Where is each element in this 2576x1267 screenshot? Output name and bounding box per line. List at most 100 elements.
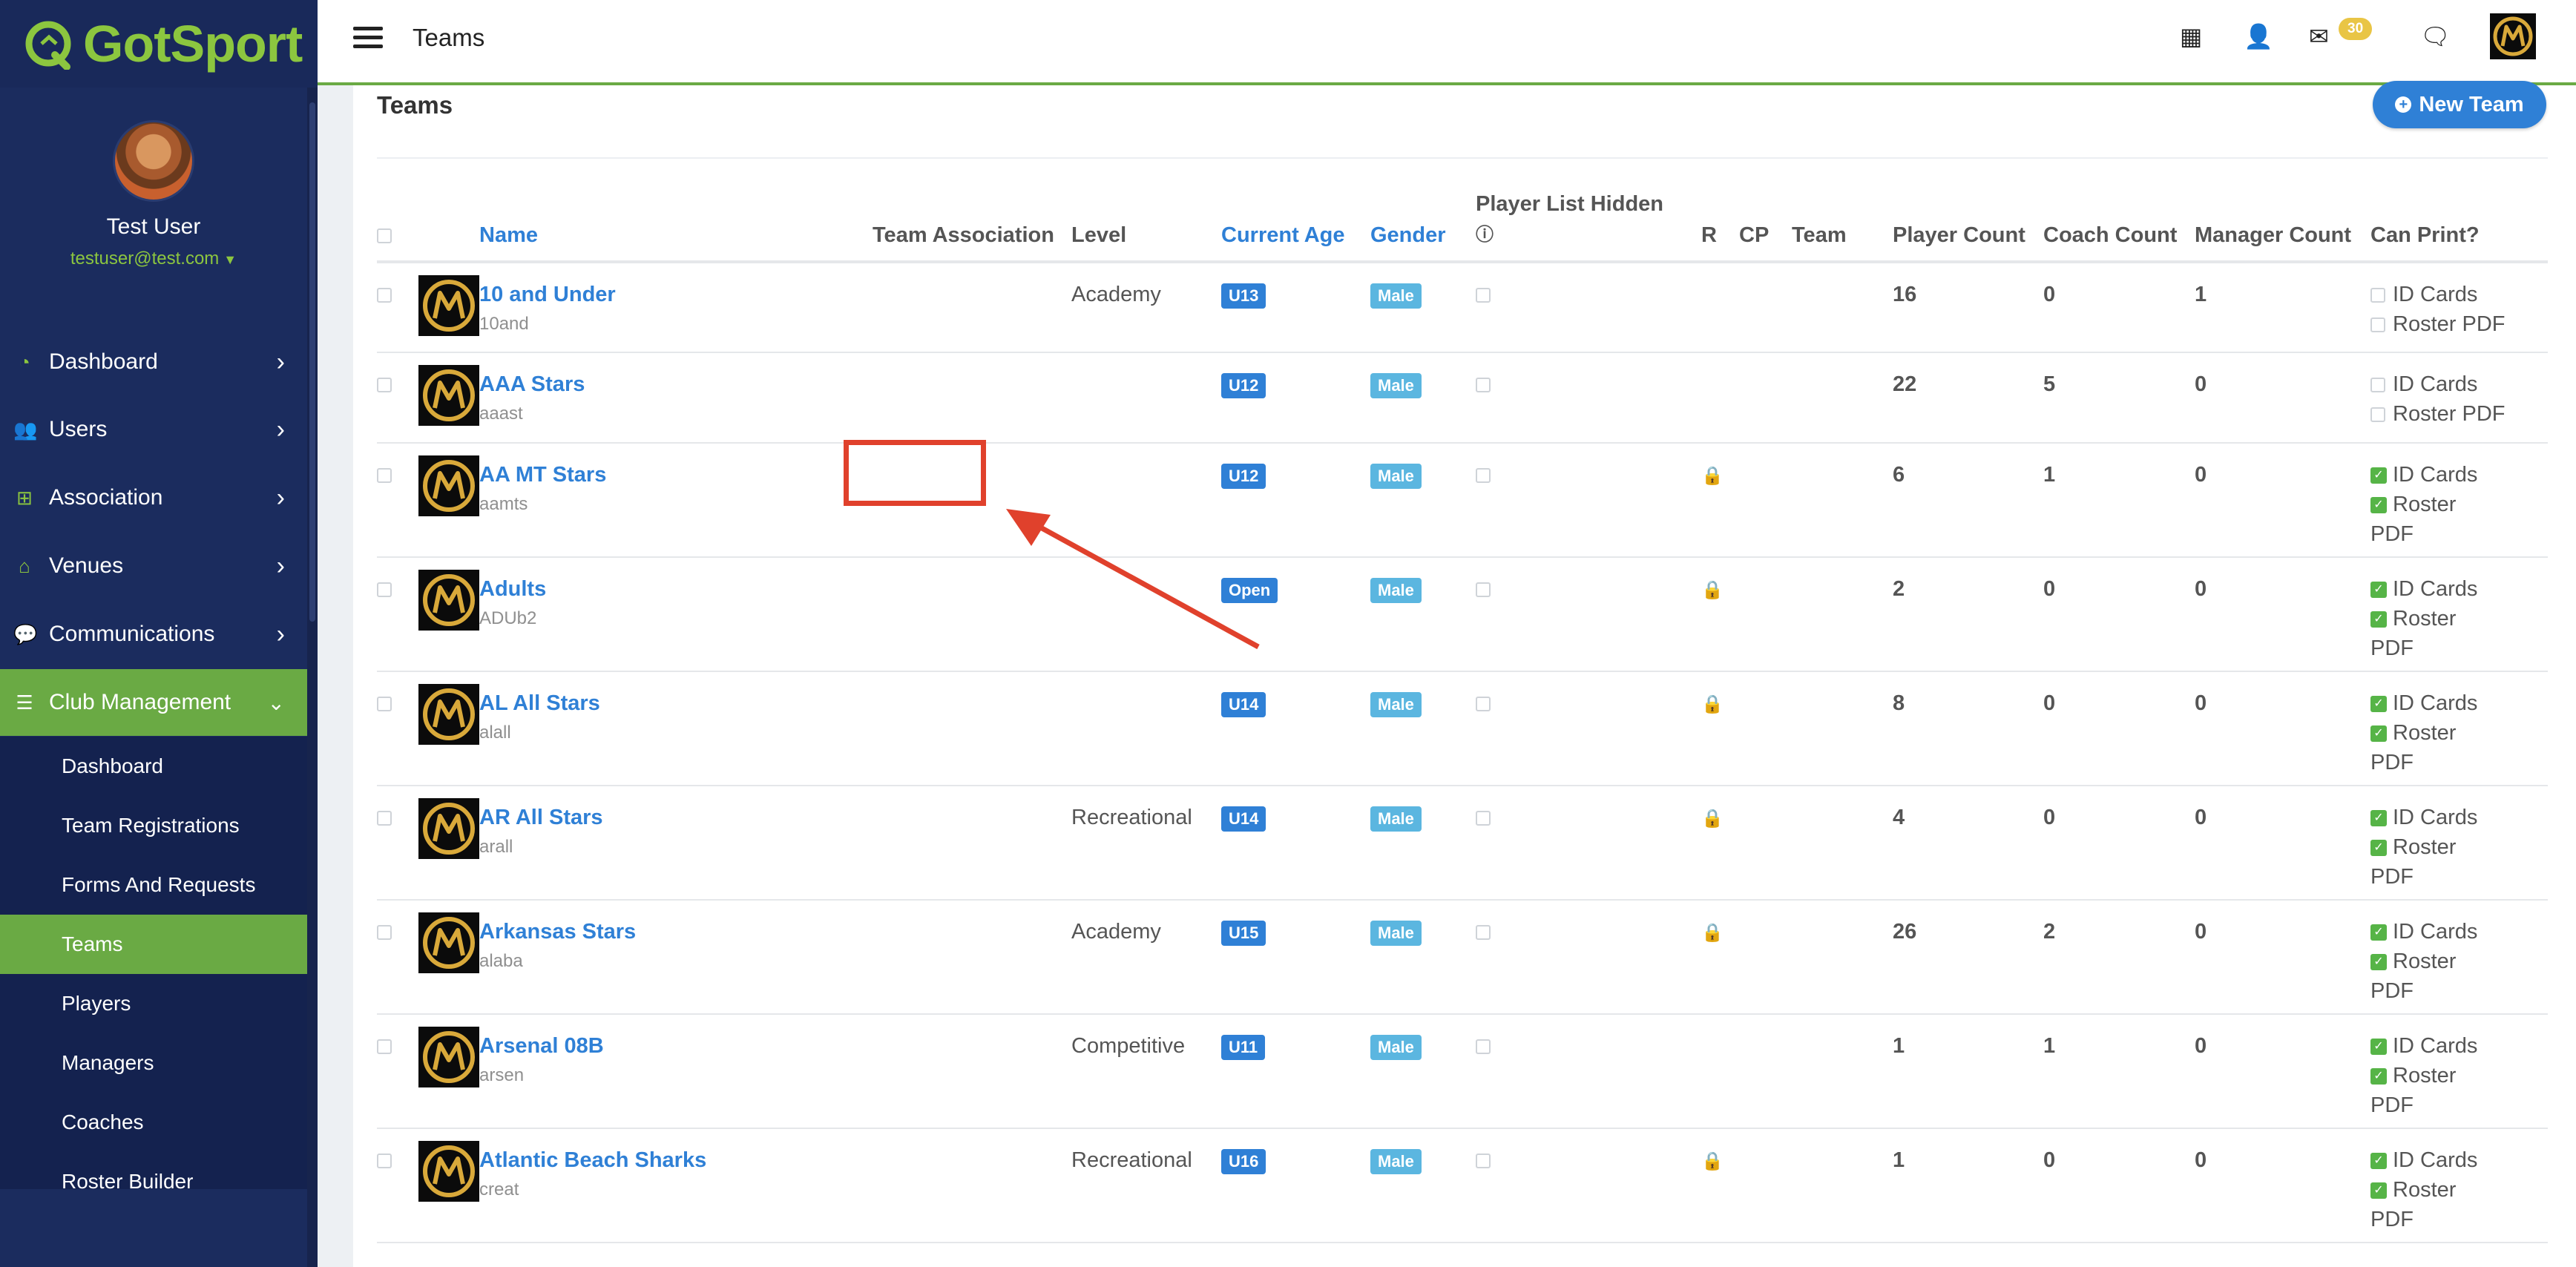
nav-item-users[interactable]: 👥 Users › bbox=[0, 396, 307, 463]
id-cards-permission[interactable]: ID Cards bbox=[2370, 280, 2548, 309]
sidebar-scrollbar[interactable] bbox=[307, 88, 318, 1267]
submenu-players[interactable]: Players bbox=[0, 974, 307, 1033]
roster-pdf-checkbox[interactable] bbox=[2370, 317, 2385, 333]
select-all-checkbox[interactable] bbox=[377, 228, 392, 244]
nav-item-venues[interactable]: ⌂ Venues › bbox=[0, 533, 307, 599]
nav-item-association[interactable]: ⊞ Association › bbox=[0, 464, 307, 531]
current-age-cell: U11 bbox=[1221, 1014, 1370, 1129]
check-square-icon: ✓ bbox=[2370, 1182, 2387, 1199]
id-cards-label: ID Cards bbox=[2393, 691, 2478, 715]
id-cards-permission[interactable]: ✓ ID Cards bbox=[2370, 803, 2548, 832]
gender-badge: Male bbox=[1370, 806, 1422, 832]
submenu-team-registrations[interactable]: Team Registrations bbox=[0, 796, 307, 855]
row-select-checkbox[interactable] bbox=[377, 468, 392, 484]
team-code: creat bbox=[479, 1179, 519, 1199]
id-cards-permission[interactable]: ✓ ID Cards bbox=[2370, 1031, 2548, 1061]
row-select-checkbox[interactable] bbox=[377, 1154, 392, 1169]
team-code: arsen bbox=[479, 1065, 525, 1085]
row-select-checkbox[interactable] bbox=[377, 378, 392, 393]
caret-down-icon[interactable]: ▼ bbox=[223, 252, 237, 267]
row-select-checkbox[interactable] bbox=[377, 925, 392, 941]
submenu-managers[interactable]: Managers bbox=[0, 1033, 307, 1093]
team-association-cell bbox=[873, 786, 1071, 901]
row-select-checkbox[interactable] bbox=[377, 582, 392, 598]
account-avatar[interactable] bbox=[2490, 13, 2536, 59]
gender-badge: Male bbox=[1370, 283, 1422, 309]
player-list-hidden-checkbox[interactable] bbox=[1476, 288, 1491, 303]
team-name-link[interactable]: AA MT Stars bbox=[479, 460, 873, 490]
roster-pdf-permission[interactable]: ✓ Roster bbox=[2370, 947, 2548, 976]
team-name-link[interactable]: Arsenal 08B bbox=[479, 1031, 873, 1061]
id-cards-permission[interactable]: ✓ ID Cards bbox=[2370, 1145, 2548, 1175]
roster-pdf-permission[interactable]: ✓ Roster bbox=[2370, 490, 2548, 519]
team-name-link[interactable]: Atlantic Beach Sharks bbox=[479, 1145, 873, 1175]
row-select-checkbox[interactable] bbox=[377, 288, 392, 303]
nav-item-communications[interactable]: 💬 Communications › bbox=[0, 601, 307, 668]
team-name-link[interactable]: AL All Stars bbox=[479, 688, 873, 718]
submenu-dashboard[interactable]: Dashboard bbox=[0, 737, 307, 796]
age-badge: U13 bbox=[1221, 283, 1266, 309]
id-cards-permission[interactable]: ✓ ID Cards bbox=[2370, 917, 2548, 947]
row-select-checkbox[interactable] bbox=[377, 697, 392, 712]
player-list-hidden-checkbox[interactable] bbox=[1476, 811, 1491, 826]
new-team-button[interactable]: + New Team bbox=[2373, 81, 2546, 128]
nav-label: Venues bbox=[49, 553, 124, 578]
team-name-link[interactable]: Adults bbox=[479, 574, 873, 604]
nav-item-club-management[interactable]: ☰ Club Management ⌄ bbox=[0, 669, 307, 736]
column-header-name[interactable]: Name bbox=[479, 189, 873, 263]
user-icon[interactable]: 👤 bbox=[2244, 22, 2273, 50]
nav-item-dashboard[interactable]: ◔ Dashboard › bbox=[0, 329, 307, 395]
roster-pdf-permission[interactable]: ✓ Roster bbox=[2370, 1061, 2548, 1090]
column-header-current-age[interactable]: Current Age bbox=[1221, 189, 1370, 263]
nav-label: Club Management bbox=[49, 690, 231, 714]
player-list-hidden-checkbox[interactable] bbox=[1476, 1039, 1491, 1055]
id-cards-permission[interactable]: ✓ ID Cards bbox=[2370, 460, 2548, 490]
team-cell bbox=[1792, 671, 1893, 786]
row-select-checkbox[interactable] bbox=[377, 1039, 392, 1055]
roster-pdf-permission[interactable]: ✓ Roster bbox=[2370, 832, 2548, 862]
scrollbar-thumb[interactable] bbox=[309, 102, 315, 622]
roster-pdf-permission[interactable]: ✓ Roster bbox=[2370, 1175, 2548, 1205]
info-circle-icon[interactable]: ⓘ bbox=[1476, 225, 1494, 245]
player-list-hidden-checkbox[interactable] bbox=[1476, 378, 1491, 393]
brand-logo[interactable]: GotSport bbox=[0, 0, 318, 88]
id-cards-permission[interactable]: ID Cards bbox=[2370, 369, 2548, 399]
qr-code-icon[interactable]: ▦ bbox=[2180, 22, 2202, 50]
id-cards-label: ID Cards bbox=[2393, 1034, 2478, 1058]
submenu-roster-builder[interactable]: Roster Builder bbox=[0, 1152, 307, 1211]
player-list-hidden-checkbox[interactable] bbox=[1476, 697, 1491, 712]
team-name-link[interactable]: Arkansas Stars bbox=[479, 917, 873, 947]
row-select-checkbox[interactable] bbox=[377, 811, 392, 826]
roster-pdf-permission[interactable]: Roster PDF bbox=[2370, 309, 2548, 339]
submenu-forms-and-requests[interactable]: Forms And Requests bbox=[0, 855, 307, 915]
team-name-link[interactable]: AAA Stars bbox=[479, 369, 873, 399]
home-icon: ⌂ bbox=[19, 554, 30, 577]
id-cards-checkbox[interactable] bbox=[2370, 378, 2385, 393]
id-cards-permission[interactable]: ✓ ID Cards bbox=[2370, 574, 2548, 604]
user-email-menu[interactable]: testuser@test.com ▼ bbox=[0, 249, 307, 269]
avatar[interactable] bbox=[115, 122, 192, 200]
submenu-teams[interactable]: Teams bbox=[0, 915, 307, 974]
roster-pdf-permission[interactable]: ✓ Roster bbox=[2370, 718, 2548, 748]
roster-pdf-checkbox[interactable] bbox=[2370, 407, 2385, 423]
column-header-gender[interactable]: Gender bbox=[1370, 189, 1476, 263]
roster-pdf-permission[interactable]: Roster PDF bbox=[2370, 399, 2548, 429]
user-email[interactable]: testuser@test.com bbox=[70, 249, 219, 269]
column-header-player-list-hidden: Player List Hidden ⓘ bbox=[1476, 189, 1701, 263]
envelope-icon[interactable]: ✉ bbox=[2309, 22, 2329, 50]
check-square-icon: ✓ bbox=[2370, 1153, 2387, 1170]
id-cards-permission[interactable]: ✓ ID Cards bbox=[2370, 688, 2548, 718]
player-list-hidden-checkbox[interactable] bbox=[1476, 925, 1491, 941]
team-name-link[interactable]: AR All Stars bbox=[479, 803, 873, 832]
manager-count: 0 bbox=[2195, 443, 2370, 558]
player-list-hidden-checkbox[interactable] bbox=[1476, 1154, 1491, 1169]
team-name-link[interactable]: 10 and Under bbox=[479, 280, 873, 309]
player-list-hidden-checkbox[interactable] bbox=[1476, 468, 1491, 484]
submenu-coaches[interactable]: Coaches bbox=[0, 1093, 307, 1152]
roster-pdf-permission[interactable]: ✓ Roster bbox=[2370, 604, 2548, 634]
chat-icon[interactable]: 🗨 bbox=[2420, 22, 2451, 50]
player-list-hidden-checkbox[interactable] bbox=[1476, 582, 1491, 598]
id-cards-checkbox[interactable] bbox=[2370, 288, 2385, 303]
hamburger-menu-icon[interactable] bbox=[353, 27, 383, 49]
roster-label: Roster bbox=[2393, 493, 2457, 516]
